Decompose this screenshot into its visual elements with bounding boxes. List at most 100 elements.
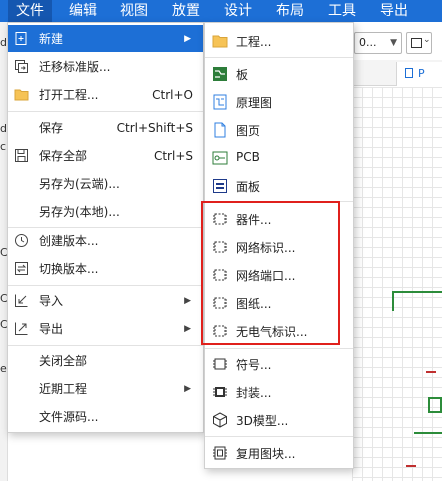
submenu-item-label: 图页 <box>236 124 261 138</box>
zoom-select[interactable]: 0... ▼ <box>354 32 402 54</box>
menu-view[interactable]: 视图 <box>113 0 155 22</box>
submenu-item-project[interactable]: 工程... <box>205 27 353 54</box>
menu-export[interactable]: 导出 <box>373 0 415 22</box>
menu-layout[interactable]: 布局 <box>269 0 311 22</box>
panel-icon <box>212 178 228 194</box>
menu-item-save-all[interactable]: 保存全部 Ctrl+S <box>8 142 203 169</box>
submenu-item-3d-model[interactable]: 3D模型... <box>205 406 353 433</box>
chevron-right-icon: ▶ <box>184 295 191 306</box>
sheet-icon <box>212 122 228 138</box>
wire <box>414 432 442 434</box>
page-icon <box>405 68 413 78</box>
submenu-item-label: PCB <box>236 150 260 164</box>
submenu-item-panel[interactable]: 面板 <box>205 172 353 199</box>
menu-edit[interactable]: 编辑 <box>62 0 104 22</box>
menu-item-file-source[interactable]: 文件源码... <box>8 403 203 430</box>
menu-item-label: 导入 <box>39 294 64 308</box>
new-doc-icon <box>14 31 29 46</box>
menu-item-shortcut: Ctrl+O <box>152 87 193 102</box>
menu-item-label: 文件源码... <box>39 410 99 424</box>
menu-item-export[interactable]: 导出 ▶ <box>8 315 203 342</box>
menu-design[interactable]: 设计 <box>217 0 259 22</box>
symbol-icon <box>212 356 228 372</box>
chevron-down-icon: ▼ <box>390 38 397 48</box>
submenu-item-sheet[interactable]: 图页 <box>205 116 353 143</box>
pin-marker <box>406 465 416 467</box>
bg-fragment: d <box>0 122 7 135</box>
submenu-item-label: 面板 <box>236 180 261 194</box>
reuse-block-icon <box>212 445 228 461</box>
board-icon <box>212 66 228 82</box>
menu-divider <box>205 348 353 349</box>
menu-item-shortcut: Ctrl+S <box>153 148 193 163</box>
component-outline <box>428 397 442 413</box>
export-icon <box>14 321 29 336</box>
wire <box>392 291 442 293</box>
menu-item-label: 关闭全部 <box>39 354 88 368</box>
menu-item-label: 近期工程 <box>39 382 88 396</box>
menu-item-label: 创建版本... <box>39 234 99 248</box>
menu-item-label: 新建 <box>39 32 64 46</box>
menu-file[interactable]: 文件 <box>8 0 52 22</box>
menu-item-create-version[interactable]: 创建版本... <box>8 227 203 254</box>
menu-item-label: 切换版本... <box>39 262 99 276</box>
chevron-right-icon: ▶ <box>184 323 191 334</box>
zoom-value: 0... <box>359 36 377 49</box>
submenu-item-label: 符号... <box>236 358 272 372</box>
menu-divider <box>8 111 203 112</box>
menu-place[interactable]: 放置 <box>165 0 207 22</box>
migrate-icon <box>14 59 29 74</box>
highlight-box <box>201 201 340 345</box>
submenu-item-label: 板 <box>236 68 249 82</box>
frame-select-button[interactable]: ⌄ <box>406 32 432 54</box>
submenu-item-label: 原理图 <box>236 96 273 110</box>
menu-item-save-as-cloud[interactable]: 另存为(云端)... <box>8 170 203 197</box>
menu-item-new[interactable]: 新建 ▶ <box>8 25 203 52</box>
menu-divider <box>205 57 353 58</box>
menu-item-label: 保存全部 <box>39 149 88 163</box>
menu-item-switch-version[interactable]: 切换版本... <box>8 255 203 282</box>
document-tab-label: P <box>418 67 425 80</box>
menu-item-save-as-local[interactable]: 另存为(本地)... <box>8 198 203 225</box>
import-icon <box>14 293 29 308</box>
menu-item-save[interactable]: 保存 Ctrl+Shift+S <box>8 114 203 141</box>
menu-divider <box>205 436 353 437</box>
wire <box>392 291 394 311</box>
pin-marker <box>426 371 436 373</box>
footprint-icon <box>212 384 228 400</box>
menu-divider <box>8 285 203 286</box>
menu-divider <box>8 345 203 346</box>
frame-icon <box>411 38 422 48</box>
submenu-item-pcb[interactable]: PCB <box>205 144 353 171</box>
menu-bar: 文件 编辑 视图 放置 设计 布局 工具 导出 <box>0 0 442 22</box>
submenu-item-label: 工程... <box>236 35 272 49</box>
menu-item-label: 打开工程... <box>39 88 99 102</box>
save-icon <box>14 148 29 163</box>
menu-item-open-project[interactable]: 打开工程... Ctrl+O <box>8 81 203 108</box>
menu-item-import[interactable]: 导入 ▶ <box>8 287 203 314</box>
file-menu: 新建 ▶ 迁移标准版... 打开工程... Ctrl+O 保存 Ctrl+Shi… <box>7 22 204 433</box>
submenu-item-schematic[interactable]: 原理图 <box>205 88 353 115</box>
menu-item-recent-projects[interactable]: 近期工程 ▶ <box>8 375 203 402</box>
chevron-right-icon: ▶ <box>184 33 191 44</box>
folder-icon <box>14 87 29 102</box>
schematic-icon <box>212 94 228 110</box>
submenu-item-board[interactable]: 板 <box>205 60 353 87</box>
submenu-item-label: 封装... <box>236 386 272 400</box>
document-tab[interactable]: P <box>396 62 442 86</box>
folder-icon <box>212 33 228 49</box>
version-switch-icon <box>14 261 29 276</box>
menu-item-close-all[interactable]: 关闭全部 <box>8 347 203 374</box>
submenu-item-label: 3D模型... <box>236 414 289 428</box>
submenu-item-symbol[interactable]: 符号... <box>205 350 353 377</box>
version-create-icon <box>14 233 29 248</box>
submenu-item-reuse-block[interactable]: 复用图块... <box>205 439 353 466</box>
menu-item-label: 迁移标准版... <box>39 60 111 74</box>
schematic-canvas[interactable] <box>352 87 442 481</box>
submenu-item-footprint[interactable]: 封装... <box>205 378 353 405</box>
menu-tools[interactable]: 工具 <box>321 0 363 22</box>
menu-item-migrate[interactable]: 迁移标准版... <box>8 53 203 80</box>
model-3d-icon <box>212 412 228 428</box>
chevron-right-icon: ▶ <box>184 383 191 394</box>
pcb-icon <box>212 150 228 166</box>
